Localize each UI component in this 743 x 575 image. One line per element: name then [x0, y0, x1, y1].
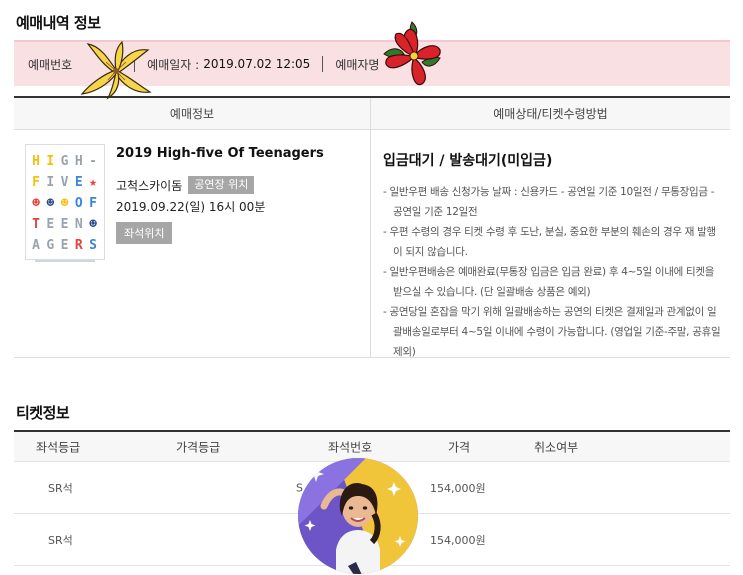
- poster-row: ☻ ☻ ☻ O F: [32, 196, 98, 211]
- show-poster-image[interactable]: HIGH- F I V E ★ ☻ ☻ ☻ O F T E E N ☻ AGERS: [25, 144, 105, 262]
- seat-location-button[interactable]: 좌석위치: [116, 222, 173, 244]
- seat-grade-header: 좌석등급: [36, 440, 81, 454]
- price: 154,000원: [430, 481, 486, 495]
- reservation-number-label: 예매번호: [28, 57, 73, 72]
- booker-name: 예매자명: [335, 56, 379, 73]
- delivery-note: - 일반우편 배송 신청가능 날짜 : 신용카드 - 공연일 기준 10일전 /…: [383, 186, 715, 218]
- reservation-info-body: HIGH- F I V E ★ ☻ ☻ ☻ O F T E E N ☻ AGERS 2019 High-…: [14, 130, 730, 358]
- price: 154,000원: [430, 533, 486, 547]
- poster-row: AGERS: [32, 238, 98, 253]
- hibiscus-flower-sticker: [383, 21, 441, 86]
- show-datetime: 2019.09.22(일) 16시 00분: [116, 200, 266, 214]
- poster-row: F I V E ★: [32, 175, 98, 190]
- reservation-info-header: 예매정보 예매상태/티켓수령방법: [14, 98, 730, 130]
- price-grade-header: 가격등급: [176, 440, 221, 454]
- show-info-cell: HIGH- F I V E ★ ☻ ☻ ☻ O F T E E N ☻ AGERS 2019 High-…: [14, 130, 371, 357]
- delivery-note: - 일반우편배송은 예매완료(무통장 입금은 입금 완료) 후 4~5일 이내에…: [383, 266, 715, 298]
- booker-name-label: 예매자명: [335, 57, 380, 72]
- delivery-notes-list: - 일반우편 배송 신청가능 날짜 : 신용카드 - 공연일 기준 10일전 /…: [383, 182, 723, 362]
- poster-row: HIGH-: [32, 154, 98, 169]
- seat-grade: SR석: [48, 481, 73, 495]
- delivery-note: - 우편 수령의 경우 티켓 수령 후 도난, 분실, 중요한 부분의 훼손의 …: [383, 226, 716, 258]
- reservation-date-value: 2019.07.02 12:05: [203, 57, 311, 71]
- price-header: 가격: [448, 440, 471, 454]
- reservation-section-title: 예매내역 정보: [16, 14, 101, 32]
- seat-number-header: 좌석번호: [328, 440, 373, 454]
- reservation-info-table: 예매정보 예매상태/티켓수령방법 HIGH- F I V E ★ ☻ ☻ ☻ O F T E E N ☻…: [14, 96, 730, 358]
- show-title[interactable]: 2019 High-five Of Teenagers: [116, 146, 324, 161]
- divider: [322, 56, 324, 72]
- delivery-note: - 공연당일 혼잡을 막기 위해 일괄배송하는 공연의 티켓은 결제일과 관계없…: [383, 306, 721, 358]
- poster-footer-line: [35, 260, 95, 262]
- venue-row: 고척스카이돔 공연장 위치: [116, 176, 255, 194]
- venue-name: 고척스카이돔: [116, 178, 183, 193]
- ticket-section-title: 티켓정보: [16, 404, 70, 422]
- avatar-sticker: [298, 458, 418, 574]
- reservation-number: 예매번호: [28, 56, 72, 73]
- reservation-status: 입금대기 / 발송대기(미입금): [383, 153, 553, 169]
- status-col-header: 예매상태/티켓수령방법: [493, 107, 608, 121]
- lily-flower-sticker: [80, 40, 152, 100]
- poster-row: T E E N ☻: [32, 217, 98, 232]
- reservation-date: 예매일자 : 2019.07.02 12:05: [147, 56, 310, 73]
- venue-location-button[interactable]: 공연장 위치: [188, 176, 255, 194]
- status-cell: 입금대기 / 발송대기(미입금) - 일반우편 배송 신청가능 날짜 : 신용카…: [371, 130, 730, 358]
- seat-grade: SR석: [48, 533, 73, 547]
- cancel-status-header: 취소여부: [534, 440, 579, 454]
- reservation-date-label: 예매일자 :: [147, 57, 200, 72]
- reservation-info-col-header: 예매정보: [14, 98, 371, 129]
